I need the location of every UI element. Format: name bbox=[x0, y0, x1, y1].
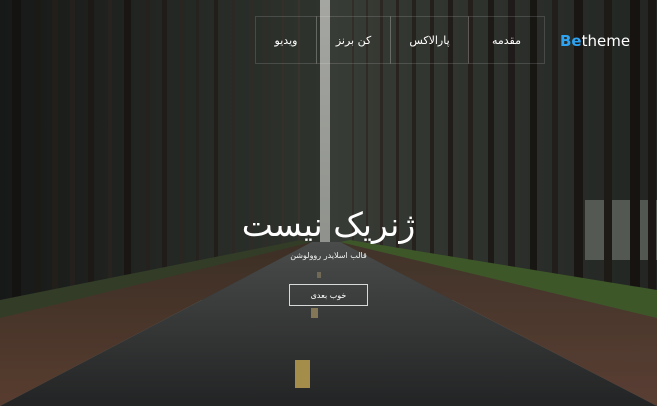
hero-subtitle: قالب اسلایدر روولوشن bbox=[290, 251, 367, 260]
hero-title: ژنریک نیست bbox=[241, 205, 416, 244]
nav-item-ken-burns[interactable]: کن برنز bbox=[316, 16, 391, 64]
nav-item-parallax[interactable]: پارالاکس bbox=[390, 16, 469, 64]
site-logo[interactable]: Be theme bbox=[560, 32, 630, 52]
logo-be: Be bbox=[560, 32, 582, 50]
logo-theme: theme bbox=[581, 32, 631, 50]
next-button[interactable]: خوب بعدی bbox=[289, 284, 368, 306]
nav-item-video[interactable]: ویدیو bbox=[255, 16, 317, 64]
nav-item-intro[interactable]: مقدمه bbox=[468, 16, 545, 64]
main-nav: ویدیو کن برنز پارالاکس مقدمه bbox=[255, 16, 545, 64]
